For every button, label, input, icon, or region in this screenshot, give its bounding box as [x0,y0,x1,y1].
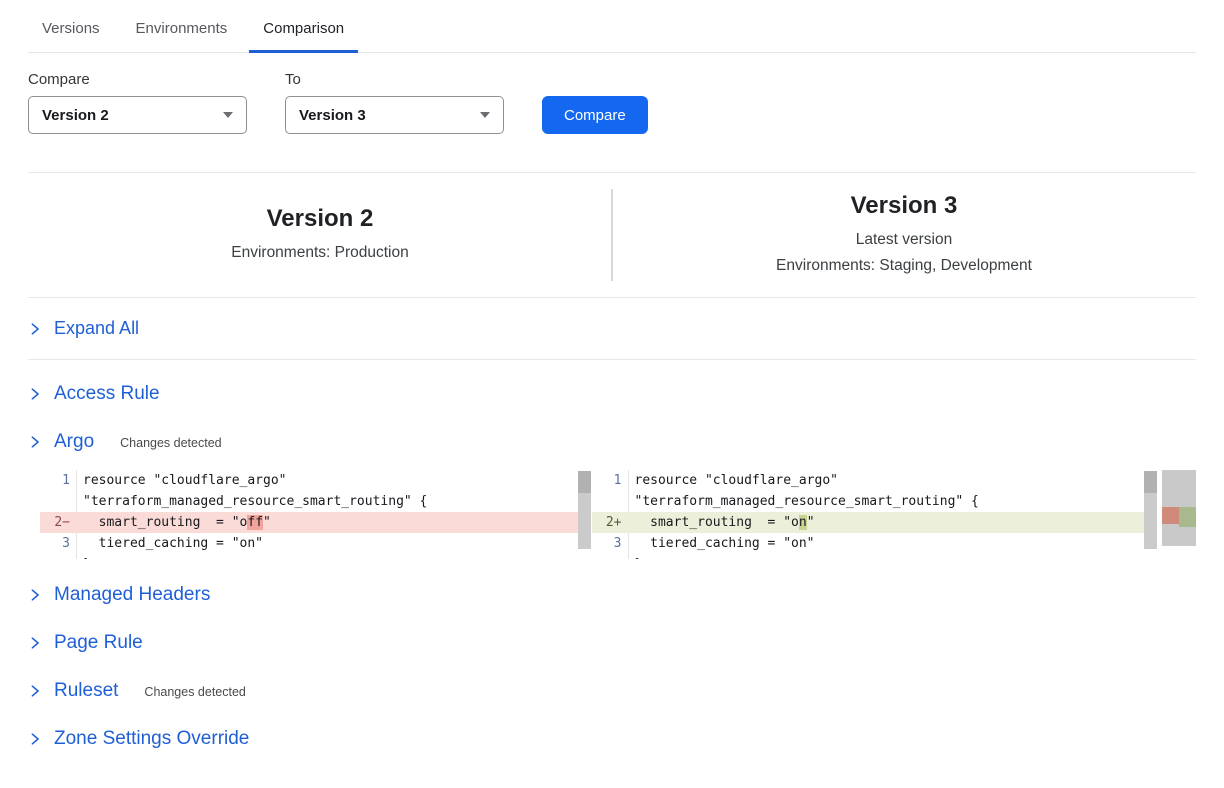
section-zone-settings-override[interactable]: Zone Settings Override [28,715,1196,763]
line-number: 3 [40,533,76,554]
code-text: tiered_caching = "on" [628,533,1158,554]
section-label: Ruleset [54,680,118,702]
right-version-environments: Environments: Staging, Development [612,253,1196,279]
diff-overview-minimap [1162,470,1196,546]
tab-environments[interactable]: Environments [122,14,242,53]
section-access-rule[interactable]: Access Rule [28,370,1196,418]
code-text: resource "cloudflare_argo" [628,470,1158,491]
changes-detected-badge: Changes detected [120,436,221,450]
section-page-rule[interactable]: Page Rule [28,619,1196,667]
diff-left-editor: 1 resource "cloudflare_argo" "terraform_… [40,470,591,559]
code-text: smart_routing = "on" [628,512,1158,533]
line-number [592,554,628,559]
version-header-right: Version 3 Latest version Environments: S… [612,191,1196,279]
section-label: Managed Headers [54,584,210,606]
chevron-right-icon [28,387,42,401]
section-label: Page Rule [54,632,143,654]
chevron-right-icon [28,684,42,698]
code-text: } [628,554,1158,559]
tab-versions[interactable]: Versions [28,14,114,53]
line-number [592,491,628,512]
chevron-down-icon [223,112,233,118]
argo-diff: 1 resource "cloudflare_argo" "terraform_… [40,470,1196,559]
section-list: Access Rule Argo Changes detected 1 reso… [28,370,1196,763]
code-line: "terraform_managed_resource_smart_routin… [592,491,1158,512]
chevron-right-icon [28,435,42,449]
code-text: resource "cloudflare_argo" [76,470,591,491]
line-number [40,491,76,512]
minimap-addition-mark [1179,507,1196,527]
section-label: Argo [54,431,94,453]
right-version-title: Version 3 [612,191,1196,221]
compare-field: Compare Version 2 [28,71,247,134]
scrollbar-thumb[interactable] [1144,471,1157,493]
version-header-left: Version 2 Environments: Production [28,204,612,266]
code-text: } [76,554,591,559]
line-number: 1 [592,470,628,491]
chevron-right-icon [28,636,42,650]
scrollbar-thumb[interactable] [578,471,591,493]
version-headers: Version 2 Environments: Production Versi… [28,172,1196,298]
code-line: } [592,554,1158,559]
comparison-page: Versions Environments Comparison Compare… [0,0,1224,763]
compare-form: Compare Version 2 To Version 3 Compare [28,71,1196,134]
code-line: } [40,554,591,559]
diff-right-editor: 1 resource "cloudflare_argo" "terraform_… [592,470,1158,559]
tab-bar: Versions Environments Comparison [28,0,1196,53]
chevron-down-icon [480,112,490,118]
code-text: tiered_caching = "on" [76,533,591,554]
chevron-right-icon [28,588,42,602]
left-editor-scrollbar[interactable] [578,471,591,549]
code-line: 1 resource "cloudflare_argo" [40,470,591,491]
expand-all-label: Expand All [54,318,139,339]
right-editor-scrollbar[interactable] [1144,471,1157,549]
chevron-right-icon [28,322,42,336]
compare-field-label: Compare [28,71,247,88]
expand-all-row[interactable]: Expand All [28,298,1196,360]
line-number: 2+ [592,512,628,533]
to-field: To Version 3 [285,71,504,134]
to-version-select[interactable]: Version 3 [285,96,504,134]
left-version-environments: Environments: Production [28,240,612,266]
code-line: 1 resource "cloudflare_argo" [592,470,1158,491]
to-version-value: Version 3 [299,107,366,124]
code-line-added: 2+ smart_routing = "on" [592,512,1158,533]
code-line: 3 tiered_caching = "on" [40,533,591,554]
section-ruleset[interactable]: Ruleset Changes detected [28,667,1196,715]
code-line-deleted: 2− smart_routing = "off" [40,512,591,533]
tab-comparison[interactable]: Comparison [249,14,358,53]
code-text: "terraform_managed_resource_smart_routin… [76,491,591,512]
code-text: smart_routing = "off" [76,512,591,533]
compare-button[interactable]: Compare [542,96,648,134]
line-number: 1 [40,470,76,491]
section-argo[interactable]: Argo Changes detected [28,418,1196,466]
compare-version-value: Version 2 [42,107,109,124]
line-number [40,554,76,559]
right-version-subtitle: Latest version [612,227,1196,253]
code-text: "terraform_managed_resource_smart_routin… [628,491,1158,512]
chevron-right-icon [28,732,42,746]
section-managed-headers[interactable]: Managed Headers [28,571,1196,619]
vertical-divider [611,189,613,281]
code-line: "terraform_managed_resource_smart_routin… [40,491,591,512]
left-version-title: Version 2 [28,204,612,234]
minimap-deletion-mark [1162,507,1179,524]
compare-version-select[interactable]: Version 2 [28,96,247,134]
line-number: 2− [40,512,76,533]
line-number: 3 [592,533,628,554]
section-label: Zone Settings Override [54,728,249,750]
section-label: Access Rule [54,383,160,405]
changes-detected-badge: Changes detected [144,685,245,699]
to-field-label: To [285,71,504,88]
code-line: 3 tiered_caching = "on" [592,533,1158,554]
